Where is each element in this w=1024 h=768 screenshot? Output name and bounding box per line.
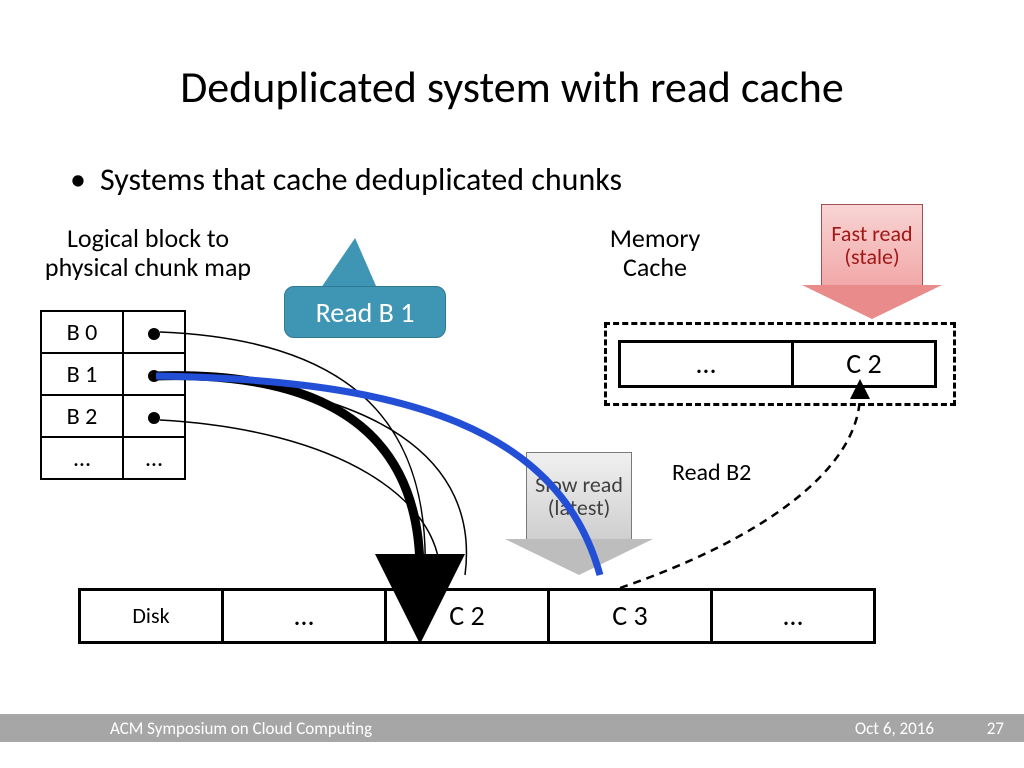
disk-cell-4: … <box>710 588 876 644</box>
map-cell-b2: B 2 <box>41 395 123 437</box>
cache-cell-2: C 2 <box>791 340 937 388</box>
map-cell-b0: B 0 <box>41 311 123 353</box>
footer-page: 27 <box>987 718 1004 739</box>
slow-read-label: Slow read (latest) <box>526 452 632 539</box>
map-dot-1 <box>123 353 185 395</box>
disk-label: Disk <box>78 588 221 644</box>
map-cell-b1: B 1 <box>41 353 123 395</box>
read-b2-label: Read B2 <box>672 458 751 487</box>
disk-row: Disk … C 2 C 3 … <box>78 588 876 644</box>
arrow-head-icon <box>505 539 653 575</box>
fast-read-label: Fast read (stale) <box>821 204 923 285</box>
footer-bar: ACM Symposium on Cloud Computing Oct 6, … <box>0 714 1024 742</box>
map-cell-more-b: … <box>123 437 185 479</box>
bullet-item: Systems that cache deduplicated chunks <box>70 160 622 199</box>
dot-icon <box>148 370 160 382</box>
footer-date: Oct 6, 2016 <box>855 718 934 739</box>
map-dot-2 <box>123 395 185 437</box>
slow-read-arrow-icon: Slow read (latest) <box>504 452 654 575</box>
slide: Deduplicated system with read cache Syst… <box>0 0 1024 768</box>
arrow-head-icon <box>802 285 942 319</box>
dot-icon <box>148 328 160 340</box>
map-cell-more-a: … <box>41 437 123 479</box>
disk-cell-2: C 2 <box>384 588 547 644</box>
block-map-table: B 0 B 1 B 2 … … <box>40 310 186 480</box>
disk-cell-3: C 3 <box>547 588 710 644</box>
dot-icon <box>148 412 160 424</box>
callout-tail-icon <box>321 238 395 288</box>
cache-cells: … C 2 <box>618 340 937 388</box>
footer-venue: ACM Symposium on Cloud Computing <box>110 718 372 739</box>
read-b1-callout: Read B 1 <box>284 286 446 338</box>
memory-cache-label: Memory Cache <box>595 224 715 281</box>
fast-read-arrow-icon: Fast read (stale) <box>802 204 942 319</box>
cache-cell-1: … <box>618 340 791 388</box>
slide-title: Deduplicated system with read cache <box>0 60 1024 114</box>
map-dot-0 <box>123 311 185 353</box>
disk-cell-1: … <box>221 588 384 644</box>
map-label: Logical block to physical chunk map <box>28 224 268 281</box>
